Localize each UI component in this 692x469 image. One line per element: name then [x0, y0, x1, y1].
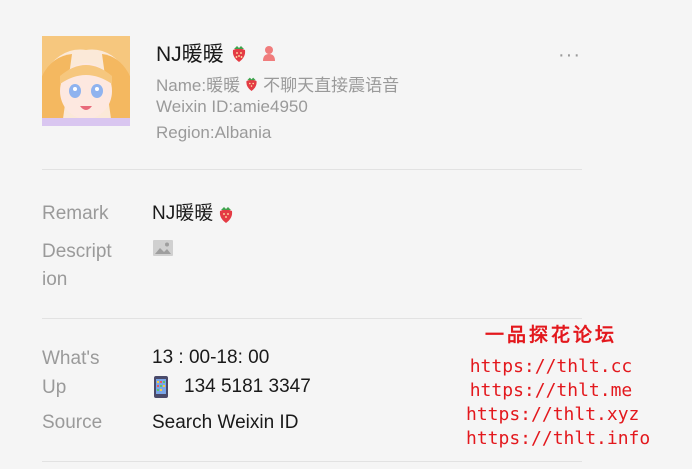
watermark-url: https://thlt.me: [469, 380, 633, 401]
remark-label: Remark: [42, 203, 109, 224]
source-value: Search Weixin ID: [152, 412, 299, 433]
divider: [42, 169, 582, 170]
description-label: Descript ion: [42, 241, 112, 290]
female-gender-icon: [262, 46, 275, 61]
whatsup-line-2: 134 5181 3347: [152, 373, 311, 401]
watermark-title: 一品探花论坛: [484, 324, 617, 346]
remark-text: NJ暖暖: [152, 203, 214, 224]
image-icon: [153, 240, 173, 256]
watermark-url: https://thlt.xyz: [466, 404, 640, 425]
description-image-button[interactable]: [152, 239, 174, 257]
contact-display-name: NJ暖暖: [156, 38, 278, 68]
strawberry-icon: [246, 77, 257, 91]
divider: [42, 318, 582, 319]
name-suffix-text: 不聊天直接震语音: [263, 76, 400, 95]
whatsup-line-1: 13 : 00-18: 00: [152, 347, 270, 368]
watermark-overlay: 一品探花论坛 https://thlt.cc https://thlt.me h…: [466, 320, 651, 451]
contact-name-line: Name:暖暖 不聊天直接震语音: [156, 71, 399, 96]
region: Region:Albania: [156, 123, 272, 142]
name-line-text: Name:暖暖: [156, 76, 241, 95]
mobile-phone-icon: [154, 376, 168, 398]
phone-number: 134 5181 3347: [184, 376, 311, 397]
display-name-text: NJ暖暖: [156, 43, 224, 66]
remark-value[interactable]: NJ暖暖: [152, 200, 235, 228]
strawberry-icon: [232, 46, 245, 62]
strawberry-icon: [220, 207, 233, 223]
divider: [42, 461, 582, 462]
watermark-url: https://thlt.cc: [469, 356, 633, 377]
whatsup-label: What's Up: [42, 348, 100, 398]
more-options-button[interactable]: ···: [558, 44, 581, 67]
weixin-id: Weixin ID:amie4950: [156, 97, 308, 116]
watermark-url: https://thlt.info: [466, 428, 651, 449]
contact-avatar[interactable]: [42, 36, 130, 126]
source-label: Source: [42, 412, 103, 433]
